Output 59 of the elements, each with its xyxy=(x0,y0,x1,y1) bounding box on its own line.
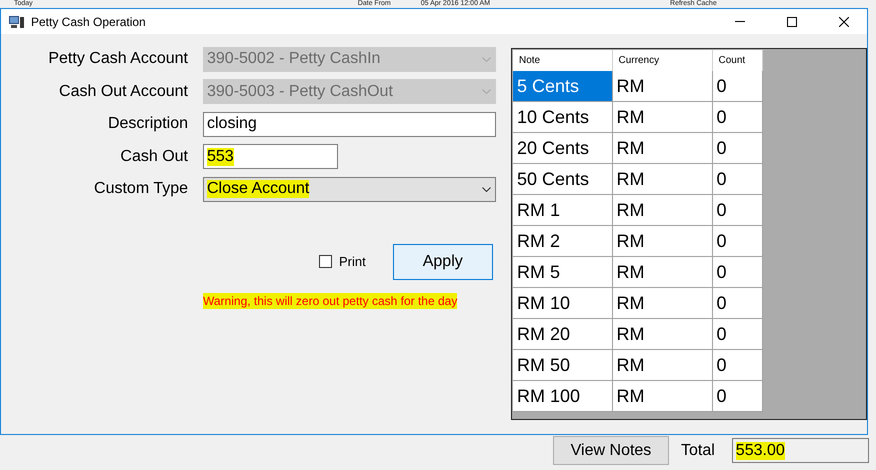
table-cell[interactable]: RM 20 xyxy=(513,318,612,350)
table-cell[interactable]: 0 xyxy=(712,288,762,318)
table-cell[interactable]: RM 50 xyxy=(513,350,612,380)
field-label: Description xyxy=(106,115,188,134)
table-cell[interactable]: 0 xyxy=(712,71,762,102)
close-icon xyxy=(839,16,849,26)
view-notes-button[interactable]: View Notes xyxy=(553,436,669,465)
print-label: Print xyxy=(339,254,366,269)
table-cell[interactable]: RM 5 xyxy=(513,256,612,288)
table-cell[interactable]: RM xyxy=(612,164,712,194)
apply-button[interactable]: Apply xyxy=(392,244,493,280)
chevron-icon xyxy=(482,186,491,192)
table-cell[interactable]: RM xyxy=(612,288,712,318)
field-value: closing xyxy=(207,115,257,134)
table-cell[interactable]: 5 Cents xyxy=(513,71,612,102)
chevron-icon xyxy=(482,89,491,94)
field-label: Petty Cash Account xyxy=(47,50,188,68)
print-checkbox[interactable] xyxy=(319,255,332,268)
table-cell[interactable]: RM 100 xyxy=(513,380,612,412)
table-cell[interactable]: 0 xyxy=(712,102,762,132)
table-cell[interactable]: 50 Cents xyxy=(513,164,612,194)
table-cell[interactable]: RM 1 xyxy=(513,194,612,226)
window-title: Petty Cash Operation xyxy=(31,14,147,28)
maximize-icon xyxy=(787,16,797,26)
table-cell[interactable]: 0 xyxy=(712,194,762,226)
table-cell[interactable]: RM xyxy=(612,194,712,226)
table-cell[interactable]: 0 xyxy=(712,226,762,256)
chevron-icon xyxy=(482,56,491,62)
input-field[interactable]: 553 xyxy=(203,144,338,170)
minimize-icon xyxy=(735,21,745,22)
table-cell[interactable]: RM xyxy=(612,71,712,102)
total-field[interactable]: 553.00 xyxy=(732,438,869,463)
table-cell[interactable]: 0 xyxy=(712,318,762,350)
field-value: 390-5002 - Petty CashIn xyxy=(207,50,380,68)
field-label: Custom Type xyxy=(93,180,188,198)
table-cell[interactable]: RM 2 xyxy=(513,226,612,256)
app-icon xyxy=(9,14,25,28)
total-value: 553.00 xyxy=(736,442,785,460)
table-cell[interactable]: RM xyxy=(612,256,712,288)
table-cell[interactable]: RM xyxy=(612,132,712,164)
table-cell[interactable]: 0 xyxy=(712,164,762,194)
field-label: Cash Out xyxy=(119,148,188,166)
table-cell[interactable]: 0 xyxy=(712,256,762,288)
field-value: 553 xyxy=(207,148,234,166)
table-cell[interactable]: 0 xyxy=(712,132,762,164)
table-cell[interactable]: 0 xyxy=(712,380,762,412)
table-cell[interactable]: RM xyxy=(612,102,712,132)
input-field[interactable]: closing xyxy=(203,112,496,137)
table-cell[interactable]: RM xyxy=(612,350,712,380)
table-cell[interactable]: RM 10 xyxy=(513,288,612,318)
table-cell[interactable]: RM xyxy=(612,380,712,412)
table-cell[interactable]: 20 Cents xyxy=(513,132,612,164)
table-cell[interactable]: RM xyxy=(612,318,712,350)
table-cell[interactable]: RM xyxy=(612,226,712,256)
table-cell[interactable]: 0 xyxy=(712,350,762,380)
field-label: Cash Out Account xyxy=(58,82,188,101)
total-label: Total xyxy=(681,442,715,460)
field-value: 390-5003 - Petty CashOut xyxy=(207,82,393,101)
table-cell[interactable]: 10 Cents xyxy=(513,102,612,132)
